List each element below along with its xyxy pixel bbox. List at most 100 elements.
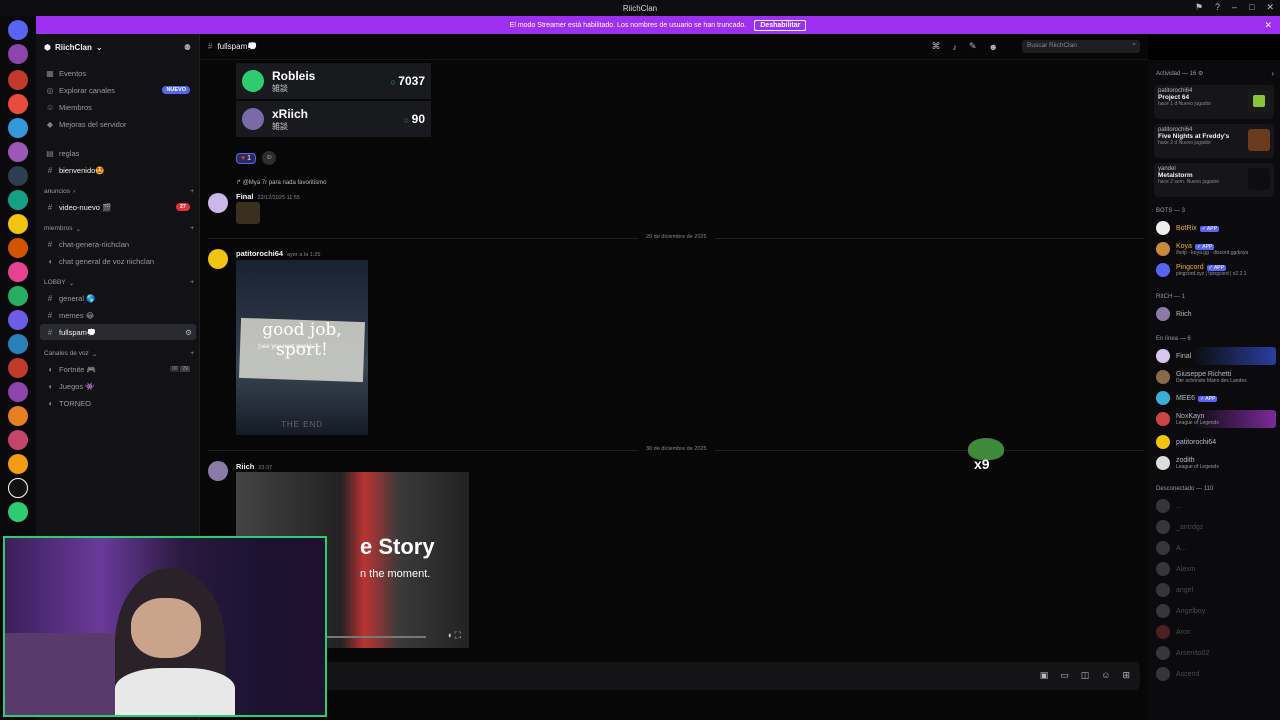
server-icon[interactable] (8, 190, 28, 210)
home-icon[interactable] (8, 20, 28, 40)
message-author[interactable]: Riich 23:37 (236, 462, 272, 471)
member-item[interactable]: Pingcord ✓ APP pingcord.xyz | !pingcord | … (1156, 261, 1276, 279)
member-item[interactable]: Aron (1156, 623, 1276, 641)
help-icon[interactable]: ? (1215, 2, 1220, 13)
server-icon[interactable] (8, 44, 28, 64)
server-icon[interactable] (8, 166, 28, 186)
pin-icon[interactable]: ✎ (969, 41, 977, 52)
member-item[interactable]: Koya ✓ APP/help · koya.gg · discord.gg/ko… (1156, 240, 1276, 258)
member-item[interactable]: Final (1156, 347, 1276, 365)
add-channel-icon[interactable]: + (190, 225, 194, 233)
add-channel-icon[interactable]: + (190, 279, 194, 287)
server-icon[interactable] (8, 358, 28, 378)
channel-juegos[interactable]: ◖ Juegos 👾 (40, 378, 196, 394)
minimize-button[interactable]: – (1232, 2, 1237, 13)
member-item[interactable]: zodith League of Legends (1156, 454, 1276, 472)
channel-bienvenido[interactable]: # bienvenido🤩 (40, 162, 196, 178)
server-icon[interactable] (8, 454, 28, 474)
category-lobby[interactable]: LOBBY ⌄ + (44, 279, 194, 287)
close-icon[interactable]: ✕ (1264, 20, 1272, 31)
channel-miembros[interactable]: ☺ Miembros (40, 99, 196, 115)
heart-reaction[interactable]: ♥ 1 (236, 152, 257, 164)
server-icon[interactable] (8, 214, 28, 234)
add-channel-icon[interactable]: + (190, 350, 194, 358)
category-anuncios[interactable]: anuncios › + (44, 188, 194, 195)
settings-icon[interactable]: ⚙ (185, 328, 192, 337)
close-button[interactable]: ✕ (1266, 2, 1274, 13)
server-icon[interactable] (8, 310, 28, 330)
message-composer[interactable]: ▣ ▭ ◫ ☺ ⊞ (208, 662, 1140, 690)
channel-fortnite[interactable]: ◖ Fortnite 🎮 00 29 (40, 361, 196, 377)
sticker-icon[interactable]: ◫ (1081, 670, 1090, 681)
gear-icon[interactable]: ⚙ (1198, 71, 1203, 77)
channel-mejoras[interactable]: ◆ Mejoras del servidor (40, 116, 196, 132)
maximize-button[interactable]: □ (1249, 2, 1254, 13)
member-item[interactable]: Alexm (1156, 560, 1276, 578)
channel-video-nuevo[interactable]: # video-nuevo 🎬 27 (40, 199, 196, 215)
server-icon[interactable] (8, 382, 28, 402)
avatar[interactable] (208, 193, 228, 213)
server-icon[interactable] (8, 430, 28, 450)
emoji-icon[interactable]: ☺ (1101, 670, 1110, 681)
reply-preview[interactable]: ↱ @Mya 7r para nada favoritismo (236, 179, 327, 186)
member-item[interactable]: Angelboy (1156, 602, 1276, 620)
avatar[interactable] (208, 249, 228, 269)
server-header[interactable]: ⬢ RiichClan ⌄ ⚉ (36, 34, 199, 60)
disable-streamer-button[interactable]: Deshabilitar (754, 19, 807, 31)
channel-reglas[interactable]: ▤ reglas (40, 145, 196, 161)
activity-card[interactable]: yandel Metalstorm hace 2 sem. Nuevo juga… (1154, 163, 1274, 197)
member-item[interactable]: angel (1156, 581, 1276, 599)
category-voz[interactable]: Canales de voz ⌄ + (44, 350, 194, 358)
server-icon[interactable] (8, 142, 28, 162)
channel-explorar[interactable]: ◎ Explorar canales NUEVO (40, 82, 196, 98)
channel-chat-voz[interactable]: ◖ chat general de voz riichclan (40, 253, 196, 269)
member-item[interactable]: Arsenito02 (1156, 644, 1276, 662)
server-icon[interactable] (8, 118, 28, 138)
message-author[interactable]: patitorochi64 ayer a la 1:25 (236, 249, 320, 258)
server-icon[interactable] (8, 334, 28, 354)
channel-general[interactable]: # general 🌎 (40, 290, 196, 306)
server-icon[interactable] (8, 238, 28, 258)
member-item[interactable]: ... (1156, 497, 1276, 515)
server-icon[interactable] (8, 94, 28, 114)
category-miembros[interactable]: miembros ⌄ + (44, 225, 194, 233)
member-item[interactable]: patitorochi64 (1156, 433, 1276, 451)
apps-icon[interactable]: ⊞ (1122, 670, 1130, 681)
activity-card[interactable]: patitorochi64 Project 64 hace 1 d Nuevo … (1154, 85, 1274, 119)
invite-icon[interactable]: ⚉ (184, 43, 191, 52)
channel-memes[interactable]: # memes 😂 (40, 307, 196, 323)
add-reaction-icon[interactable]: ☺ (262, 151, 277, 165)
video-progress-bar[interactable] (326, 636, 426, 638)
channel-chat-genera[interactable]: # chat-genera-riichclan (40, 236, 196, 252)
server-icon[interactable] (8, 478, 28, 498)
inbox-icon[interactable]: ⚑ (1195, 2, 1203, 13)
sticker-image[interactable] (236, 202, 260, 224)
gif-icon[interactable]: ▭ (1060, 670, 1069, 681)
volume-icon[interactable]: ◖ ⛶ (447, 630, 461, 641)
server-icon[interactable] (8, 70, 28, 90)
member-item[interactable]: MEE6 ✓ APP (1156, 389, 1276, 407)
image-attachment[interactable]: good job, sport! (see you next week) THE… (236, 260, 368, 435)
member-item[interactable]: Ascend (1156, 665, 1276, 683)
bell-icon[interactable]: ♪ (952, 42, 957, 52)
channel-eventos[interactable]: ▦ Eventos (40, 65, 196, 81)
member-item[interactable]: Giuseppe Richetti Der schönste Mann des L… (1156, 368, 1276, 386)
activity-card[interactable]: patitorochi64 Five Nights at Freddy's ha… (1154, 124, 1274, 158)
member-item[interactable]: NoxKayn League of Legends (1156, 410, 1276, 428)
message-author[interactable]: Final 22/12/2025 11:55 (236, 192, 300, 201)
search-input[interactable]: Buscar RiichClan ⌕ (1022, 40, 1140, 53)
member-item[interactable]: A... (1156, 539, 1276, 557)
member-item[interactable]: Riich (1156, 305, 1276, 323)
server-icon[interactable] (8, 262, 28, 282)
chevron-right-icon[interactable]: › (1271, 69, 1274, 78)
members-toggle-icon[interactable]: ☻ (989, 42, 998, 52)
threads-icon[interactable]: ⌘ (931, 41, 940, 52)
avatar[interactable] (208, 461, 228, 481)
gift-icon[interactable]: ▣ (1040, 670, 1049, 681)
server-icon[interactable] (8, 286, 28, 306)
add-channel-icon[interactable]: + (190, 188, 194, 195)
server-icon[interactable] (8, 406, 28, 426)
member-item[interactable]: _antrdgz (1156, 518, 1276, 536)
member-item[interactable]: BotRix ✓ APP (1156, 219, 1276, 237)
channel-fullspam[interactable]: # fullspam💭 ⚙ (40, 324, 196, 340)
